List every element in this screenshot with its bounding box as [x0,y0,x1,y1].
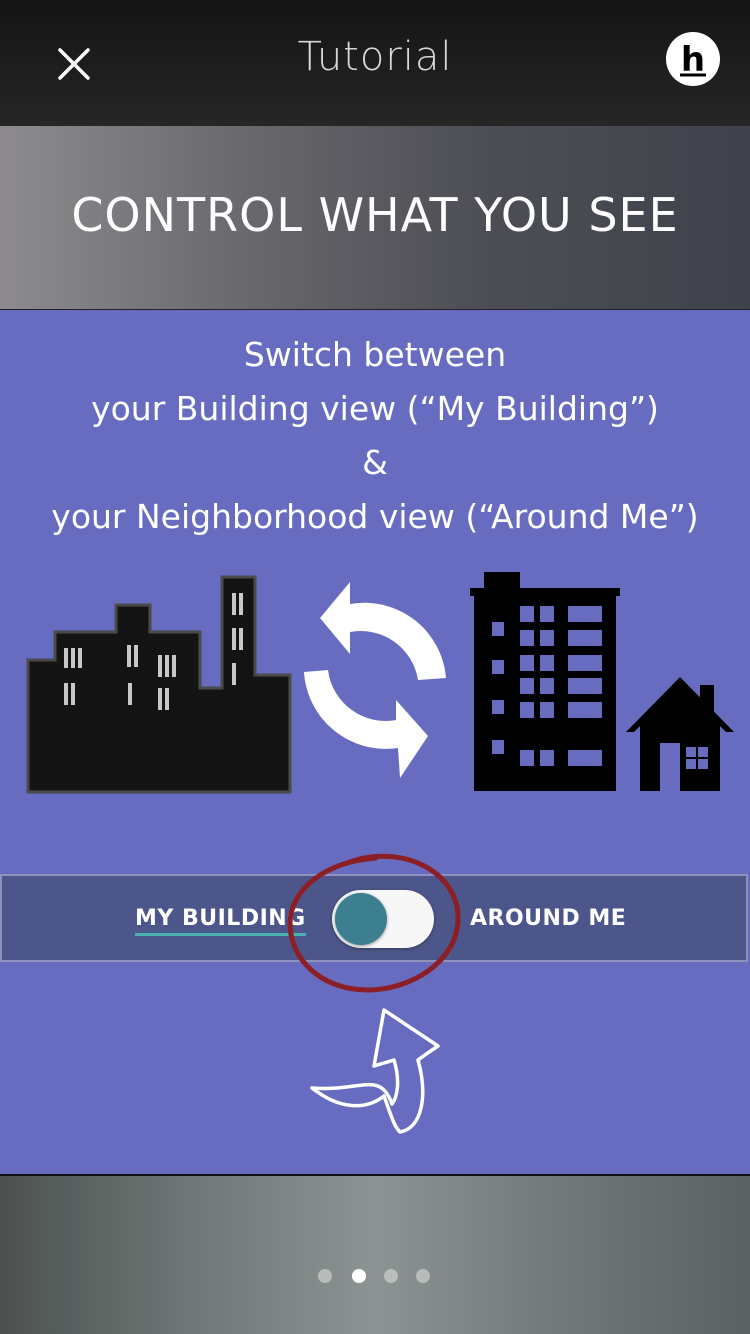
my-building-label[interactable]: MY BUILDING [135,906,306,936]
building-icon [470,572,620,791]
city-skyline-icon [26,575,292,794]
logo-icon: h [680,40,706,80]
app-logo-button[interactable]: h [666,32,720,86]
description-line-1: Switch between [243,335,507,374]
tutorial-screen: Tutorial h CONTROL WHAT YOU SEE Switch b… [0,0,750,1334]
nav-bar: Tutorial h [0,0,750,126]
tutorial-panel: Switch between your Building view (“My B… [0,310,750,1176]
bottom-background [0,1176,750,1334]
toggle-knob [335,893,387,945]
page-indicator [318,1269,438,1285]
banner-title: CONTROL WHAT YOU SEE [71,188,679,242]
page-dot-2[interactable] [352,1269,366,1283]
page-dot-1[interactable] [318,1269,332,1283]
house-icon [626,677,734,791]
description-line-3: & [362,443,388,482]
description-text: Switch between your Building view (“My B… [0,328,750,544]
header-banner: CONTROL WHAT YOU SEE [0,126,750,311]
page-title: Tutorial [297,34,453,80]
illustration [26,572,734,794]
curved-arrow-icon [310,1008,440,1134]
view-toggle-switch[interactable] [332,890,434,948]
swap-arrows-icon [304,582,446,778]
page-dot-3[interactable] [384,1269,398,1283]
view-toggle-bar: MY BUILDING AROUND ME [0,874,748,962]
page-dot-4[interactable] [416,1269,430,1283]
description-line-4: your Neighborhood view (“Around Me”) [51,497,699,536]
description-line-2: your Building view (“My Building”) [91,389,659,428]
around-me-label[interactable]: AROUND ME [470,906,626,931]
